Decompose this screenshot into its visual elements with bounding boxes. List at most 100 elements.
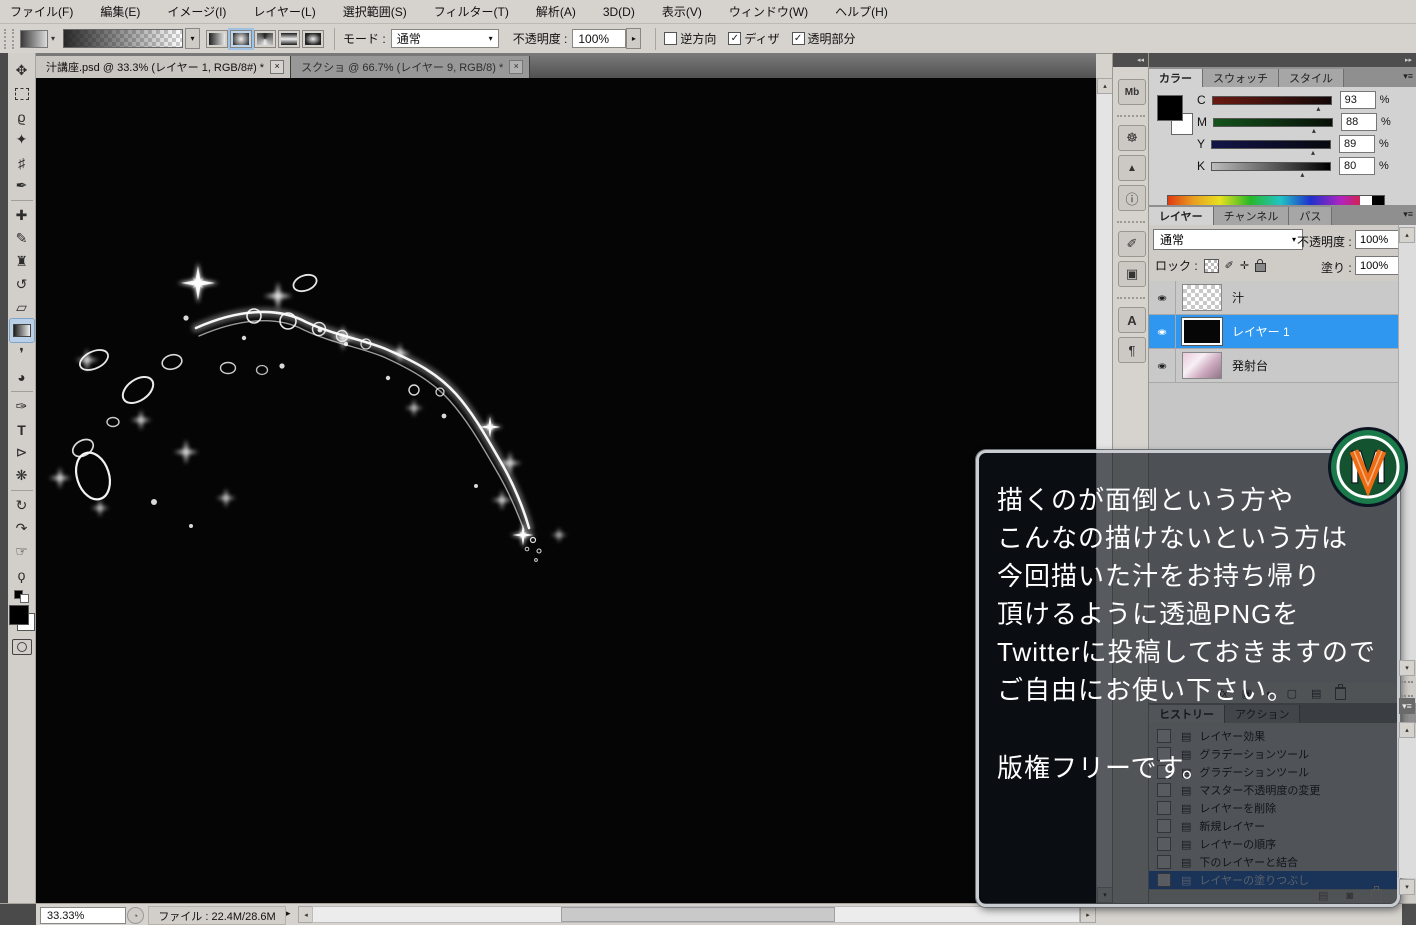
scroll-up-icon[interactable]: ▴	[1399, 722, 1415, 738]
lock-move-icon[interactable]: ✛	[1240, 259, 1249, 272]
scrollbar-thumb[interactable]	[561, 907, 835, 922]
opacity-spinner[interactable]: ▸	[626, 28, 641, 49]
layer-row-shiru[interactable]: ◉ 汁	[1149, 281, 1399, 315]
history-brush-tool[interactable]: ↺	[10, 273, 34, 296]
new-snapshot-icon[interactable]: ◙	[1346, 890, 1353, 902]
options-grip[interactable]	[4, 29, 14, 49]
zoom-level-field[interactable]: 33.33%	[40, 907, 126, 924]
eraser-tool[interactable]: ▱	[10, 296, 34, 319]
magenta-slider[interactable]: ▴	[1213, 118, 1333, 127]
hand-tool[interactable]: ☞	[10, 540, 34, 563]
healing-brush-tool[interactable]: ✚	[10, 204, 34, 227]
scroll-down-icon[interactable]: ▾	[1399, 660, 1415, 676]
layer-thumbnail[interactable]	[1182, 318, 1222, 345]
menu-image[interactable]: イメージ(I)	[167, 3, 226, 20]
cyan-slider[interactable]: ▴	[1212, 96, 1332, 105]
panel-resize-grip[interactable]	[1401, 681, 1413, 697]
quick-mask-button[interactable]	[12, 639, 32, 655]
black-value[interactable]: 80	[1339, 157, 1375, 175]
lock-transparency-icon[interactable]	[1204, 259, 1219, 273]
brushes-panel-icon[interactable]: ✐	[1118, 231, 1146, 257]
reverse-checkbox[interactable]: 逆方向	[664, 30, 716, 47]
brush-tool[interactable]: ✎	[10, 227, 34, 250]
move-tool[interactable]: ✥	[10, 59, 34, 82]
menu-edit[interactable]: 編集(E)	[100, 3, 140, 20]
transparency-checkbox[interactable]: ✓透明部分	[792, 30, 856, 47]
lock-all-icon[interactable]	[1255, 263, 1266, 272]
histogram-icon[interactable]: ▲	[1118, 155, 1146, 181]
status-popup-icon[interactable]: ▸	[286, 908, 291, 919]
menu-layer[interactable]: レイヤー(L)	[253, 3, 315, 20]
shape-tool[interactable]: ❋	[10, 464, 34, 487]
blend-mode-select[interactable]: 通常▾	[391, 29, 499, 48]
layer-blend-mode-select[interactable]: 通常▾	[1153, 229, 1303, 250]
layer-row-layer1-selected[interactable]: ◉ レイヤー 1	[1149, 315, 1399, 349]
character-panel-icon[interactable]: A	[1118, 307, 1146, 333]
panel-menu-icon[interactable]: ▾≡	[1403, 71, 1413, 82]
scroll-up-icon[interactable]: ▴	[1097, 78, 1113, 94]
tab-color[interactable]: カラー	[1149, 69, 1203, 87]
clone-stamp-tool[interactable]: ♜	[10, 250, 34, 273]
gradient-picker-arrow[interactable]: ▾	[185, 28, 200, 49]
color-swatch-pair[interactable]	[1157, 95, 1193, 131]
path-select-tool[interactable]: ⊳	[10, 441, 34, 464]
dodge-tool[interactable]: ◕	[10, 365, 34, 388]
diamond-gradient-button[interactable]	[302, 30, 324, 48]
foreground-color-swatch[interactable]	[9, 605, 29, 625]
tab-paths[interactable]: パス	[1289, 207, 1332, 225]
menu-help[interactable]: ヘルプ(H)	[835, 3, 888, 20]
file-info-field[interactable]: ファイル : 22.4M/28.6M	[148, 906, 286, 925]
rotate-3d-tool[interactable]: ↻	[10, 494, 34, 517]
linear-gradient-button[interactable]	[206, 30, 228, 48]
visibility-toggle[interactable]: ◉	[1149, 349, 1176, 382]
menu-filter[interactable]: フィルター(T)	[434, 3, 509, 20]
magenta-value[interactable]: 88	[1341, 113, 1377, 131]
black-slider[interactable]: ▴	[1211, 162, 1331, 171]
lasso-tool[interactable]: ϱ	[10, 105, 34, 128]
paragraph-panel-icon[interactable]: ¶	[1118, 337, 1146, 363]
delete-state-icon[interactable]	[1371, 889, 1382, 902]
lock-paint-icon[interactable]: ✐	[1225, 259, 1234, 272]
scroll-up-icon[interactable]: ▴	[1399, 227, 1415, 243]
tab-layers[interactable]: レイヤー	[1149, 207, 1214, 225]
tab-styles[interactable]: スタイル	[1279, 69, 1344, 87]
magic-wand-tool[interactable]: ✦	[10, 128, 34, 151]
layer-row-hasshadai[interactable]: ◉ 発射台	[1149, 349, 1399, 383]
tab-channels[interactable]: チャンネル	[1214, 207, 1290, 225]
menu-analysis[interactable]: 解析(A)	[536, 3, 576, 20]
eyedropper-tool[interactable]: ✒	[10, 174, 34, 197]
expand-dock-icon[interactable]: ▸▸	[1149, 53, 1416, 67]
tool-preset-dropdown-icon[interactable]: ▾	[51, 34, 55, 43]
gradient-tool[interactable]	[10, 319, 34, 342]
collapse-dock-icon[interactable]: ◂◂	[1113, 53, 1148, 67]
visibility-toggle[interactable]: ◉	[1149, 315, 1176, 348]
history-scrollbar[interactable]	[1398, 738, 1416, 878]
navigator-wheel-icon[interactable]: ☸	[1118, 125, 1146, 151]
marquee-tool[interactable]	[10, 82, 34, 105]
menu-window[interactable]: ウィンドウ(W)	[729, 3, 808, 20]
orbit-3d-tool[interactable]: ↷	[10, 517, 34, 540]
gradient-preview[interactable]	[63, 29, 183, 48]
menu-3d[interactable]: 3D(D)	[603, 5, 635, 19]
visibility-toggle[interactable]: ◉	[1149, 281, 1176, 314]
crop-tool[interactable]: ♯	[10, 151, 34, 174]
yellow-slider[interactable]: ▴	[1211, 140, 1331, 149]
type-tool[interactable]: T	[10, 418, 34, 441]
radial-gradient-button[interactable]	[230, 30, 252, 48]
panel-menu-icon[interactable]: ▾≡	[1403, 209, 1413, 220]
resize-grip[interactable]	[1402, 904, 1416, 925]
cyan-value[interactable]: 93	[1340, 91, 1376, 109]
reflected-gradient-button[interactable]	[278, 30, 300, 48]
opacity-field[interactable]: 100%	[572, 29, 626, 48]
layer-thumbnail[interactable]	[1182, 352, 1222, 379]
default-colors-icon[interactable]	[14, 590, 30, 602]
angle-gradient-button[interactable]	[254, 30, 276, 48]
layer-thumbnail[interactable]	[1182, 284, 1222, 311]
yellow-value[interactable]: 89	[1339, 135, 1375, 153]
document-tab-active[interactable]: 汁講座.psd @ 33.3% (レイヤー 1, RGB/8#) * ×	[36, 56, 291, 78]
close-icon[interactable]: ×	[509, 60, 523, 74]
mini-bridge-icon[interactable]: Mb	[1118, 79, 1146, 105]
blur-tool[interactable]: ❜	[10, 342, 34, 365]
canvas[interactable]	[36, 78, 1096, 903]
tool-preset-icon[interactable]	[20, 30, 48, 48]
